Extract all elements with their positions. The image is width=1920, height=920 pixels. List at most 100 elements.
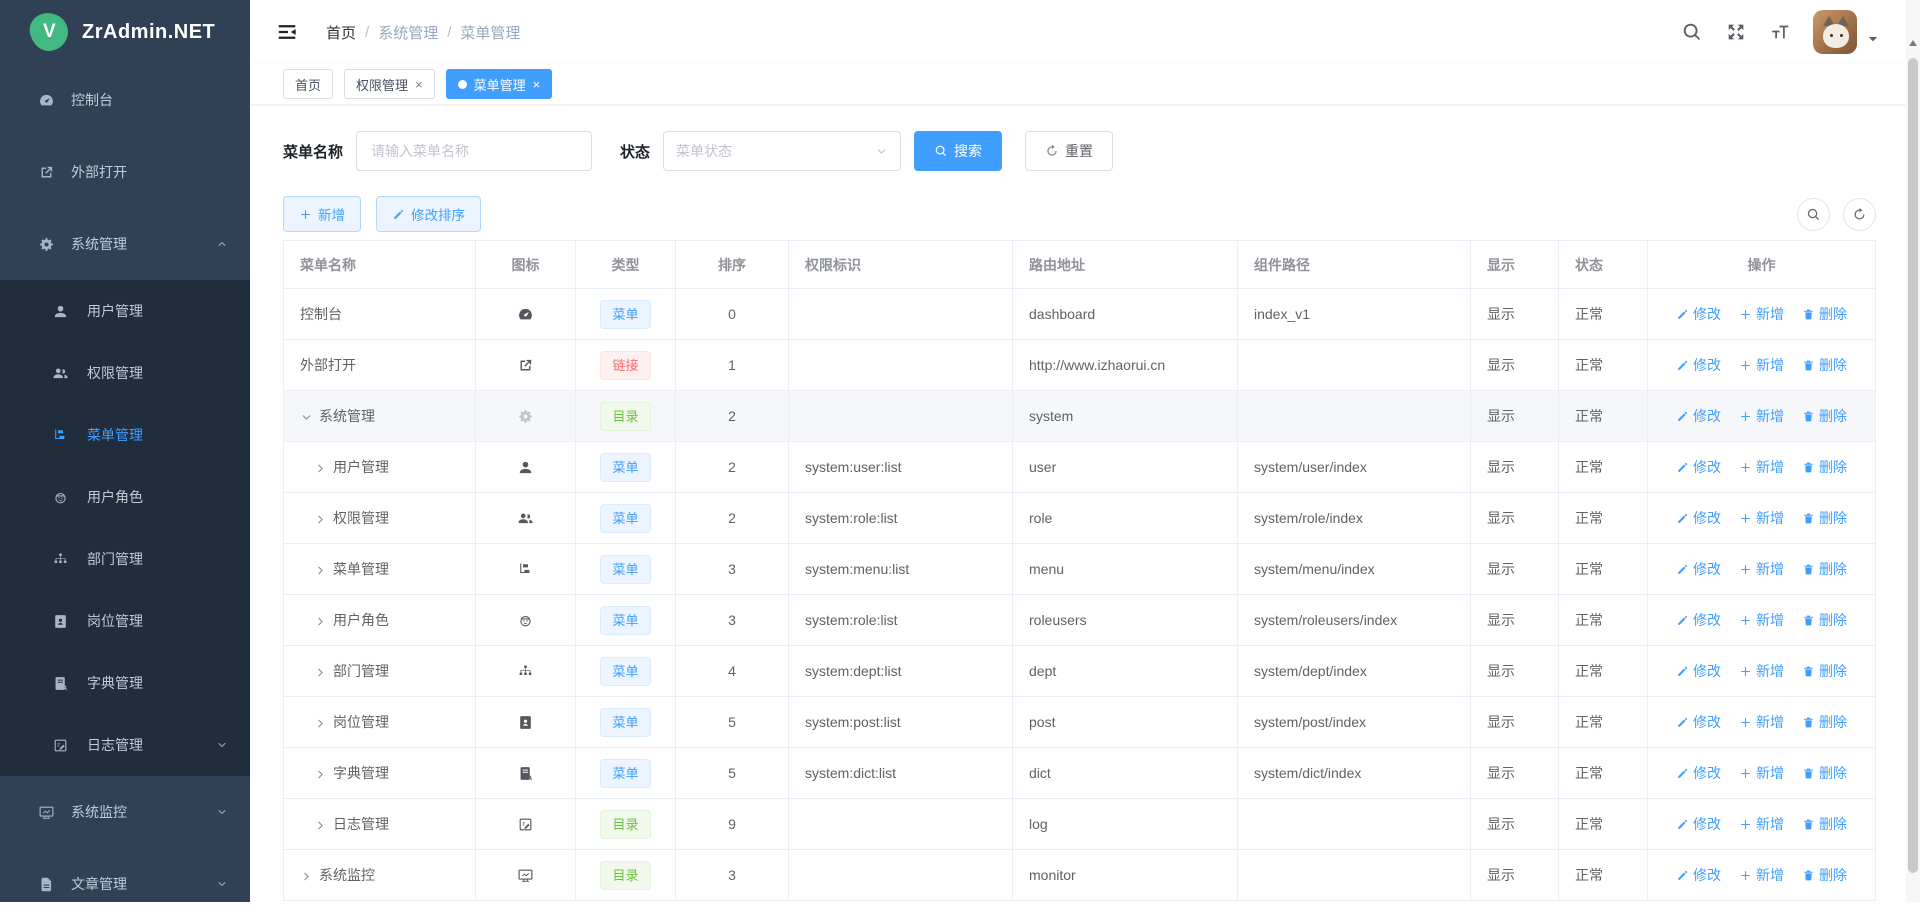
expand-row-icon[interactable] (314, 564, 327, 577)
logo[interactable]: V ZrAdmin.NET (0, 0, 250, 64)
sidebar-item-label: 部门管理 (87, 549, 143, 569)
route-cell: roleusers (1013, 595, 1238, 646)
collapse-row-icon[interactable] (300, 411, 313, 424)
edit-link[interactable]: 修改 (1676, 763, 1721, 783)
add-link[interactable]: 新增 (1739, 457, 1784, 477)
delete-link[interactable]: 删除 (1802, 763, 1847, 783)
table-row[interactable]: 菜单管理菜单3system:menu:listmenusystem/menu/i… (284, 544, 1876, 595)
sidebar-item[interactable]: 日志管理 (0, 714, 250, 776)
status-label: 状态 (620, 141, 650, 162)
search-icon[interactable] (1681, 21, 1703, 43)
add-link[interactable]: 新增 (1739, 712, 1784, 732)
close-icon[interactable]: × (533, 78, 541, 91)
add-link[interactable]: 新增 (1739, 763, 1784, 783)
add-link[interactable]: 新增 (1739, 610, 1784, 630)
table-row[interactable]: 外部打开链接1http://www.izhaorui.cn显示正常修改新增删除 (284, 340, 1876, 391)
add-link[interactable]: 新增 (1739, 508, 1784, 528)
expand-row-icon[interactable] (300, 870, 313, 883)
sidebar-item[interactable]: 岗位管理 (0, 590, 250, 652)
user-menu-caret-icon[interactable] (1866, 32, 1880, 46)
sidebar-item[interactable]: 字典管理 (0, 652, 250, 714)
add-button[interactable]: 新增 (283, 196, 361, 232)
table-row[interactable]: 用户角色菜单3system:role:listroleuserssystem/r… (284, 595, 1876, 646)
table-row[interactable]: 岗位管理菜单5system:post:listpostsystem/post/i… (284, 697, 1876, 748)
delete-link[interactable]: 删除 (1802, 406, 1847, 426)
table-row[interactable]: 系统监控目录3monitor显示正常修改新增删除 (284, 850, 1876, 901)
expand-row-icon[interactable] (314, 462, 327, 475)
edit-link[interactable]: 修改 (1676, 304, 1721, 324)
tab-home[interactable]: 首页 (283, 69, 333, 99)
sidebar-item[interactable]: 控制台 (0, 64, 250, 136)
font-size-icon[interactable] (1769, 21, 1791, 43)
sidebar-item[interactable]: 用户管理 (0, 280, 250, 342)
breadcrumb-home[interactable]: 首页 (326, 22, 356, 43)
fullscreen-icon[interactable] (1725, 21, 1747, 43)
edit-link[interactable]: 修改 (1676, 508, 1721, 528)
add-link[interactable]: 新增 (1739, 865, 1784, 885)
table-row[interactable]: 字典管理菜单5system:dict:listdictsystem/dict/i… (284, 748, 1876, 799)
add-link[interactable]: 新增 (1739, 304, 1784, 324)
add-link[interactable]: 新增 (1739, 661, 1784, 681)
sidebar-item[interactable]: 权限管理 (0, 342, 250, 404)
add-link[interactable]: 新增 (1739, 355, 1784, 375)
edit-link[interactable]: 修改 (1676, 661, 1721, 681)
delete-link[interactable]: 删除 (1802, 508, 1847, 528)
delete-link[interactable]: 删除 (1802, 712, 1847, 732)
edit-link[interactable]: 修改 (1676, 814, 1721, 834)
add-link[interactable]: 新增 (1739, 406, 1784, 426)
edit-link[interactable]: 修改 (1676, 610, 1721, 630)
expand-row-icon[interactable] (314, 513, 327, 526)
expand-row-icon[interactable] (314, 819, 327, 832)
sidebar-item[interactable]: 系统管理 (0, 208, 250, 280)
status-select[interactable]: 菜单状态 (663, 131, 901, 171)
add-link[interactable]: 新增 (1739, 814, 1784, 834)
sidebar-item[interactable]: 外部打开 (0, 136, 250, 208)
delete-link[interactable]: 删除 (1802, 610, 1847, 630)
edit-link[interactable]: 修改 (1676, 457, 1721, 477)
edit-link[interactable]: 修改 (1676, 406, 1721, 426)
delete-link[interactable]: 删除 (1802, 355, 1847, 375)
table-row[interactable]: 权限管理菜单2system:role:listrolesystem/role/i… (284, 493, 1876, 544)
expand-row-icon[interactable] (314, 717, 327, 730)
table-row[interactable]: 控制台菜单0dashboardindex_v1显示正常修改新增删除 (284, 289, 1876, 340)
collapse-sidebar-icon[interactable] (276, 21, 298, 43)
delete-link[interactable]: 删除 (1802, 661, 1847, 681)
edit-link[interactable]: 修改 (1676, 559, 1721, 579)
user-avatar[interactable] (1813, 10, 1857, 54)
delete-link[interactable]: 删除 (1802, 304, 1847, 324)
delete-link[interactable]: 删除 (1802, 865, 1847, 885)
sidebar-item[interactable]: 系统监控 (0, 776, 250, 848)
scrollbar-up-arrow[interactable] (1909, 40, 1917, 46)
delete-link[interactable]: 删除 (1802, 457, 1847, 477)
show-search-button[interactable] (1797, 198, 1830, 231)
scrollbar-thumb[interactable] (1908, 58, 1918, 873)
table-row[interactable]: 部门管理菜单4system:dept:listdeptsystem/dept/i… (284, 646, 1876, 697)
table-row[interactable]: 用户管理菜单2system:user:listusersystem/user/i… (284, 442, 1876, 493)
expand-row-icon[interactable] (314, 768, 327, 781)
sidebar-item[interactable]: 用户角色 (0, 466, 250, 528)
menu-name-input[interactable] (356, 131, 592, 171)
page-scrollbar[interactable] (1906, 0, 1920, 902)
sidebar-item[interactable]: 菜单管理 (0, 404, 250, 466)
table-row[interactable]: 系统管理目录2system显示正常修改新增删除 (284, 391, 1876, 442)
reset-button[interactable]: 重置 (1025, 131, 1113, 171)
edit-link[interactable]: 修改 (1676, 712, 1721, 732)
tab-page[interactable]: 菜单管理× (446, 69, 553, 99)
sidebar-item[interactable]: 部门管理 (0, 528, 250, 590)
edit-link[interactable]: 修改 (1676, 355, 1721, 375)
tabs-bar: 首页权限管理× 菜单管理× (250, 64, 1906, 104)
sidebar-item[interactable]: 文章管理 (0, 848, 250, 920)
edit-link[interactable]: 修改 (1676, 865, 1721, 885)
table-row[interactable]: 日志管理目录9log显示正常修改新增删除 (284, 799, 1876, 850)
refresh-table-button[interactable] (1843, 198, 1876, 231)
add-link[interactable]: 新增 (1739, 559, 1784, 579)
edit-sort-button[interactable]: 修改排序 (376, 196, 481, 232)
expand-row-icon[interactable] (314, 615, 327, 628)
close-icon[interactable]: × (415, 78, 423, 91)
search-button[interactable]: 搜索 (914, 131, 1002, 171)
tab-page[interactable]: 权限管理× (344, 69, 435, 99)
status-cell: 正常 (1559, 748, 1648, 799)
expand-row-icon[interactable] (314, 666, 327, 679)
delete-link[interactable]: 删除 (1802, 559, 1847, 579)
delete-link[interactable]: 删除 (1802, 814, 1847, 834)
